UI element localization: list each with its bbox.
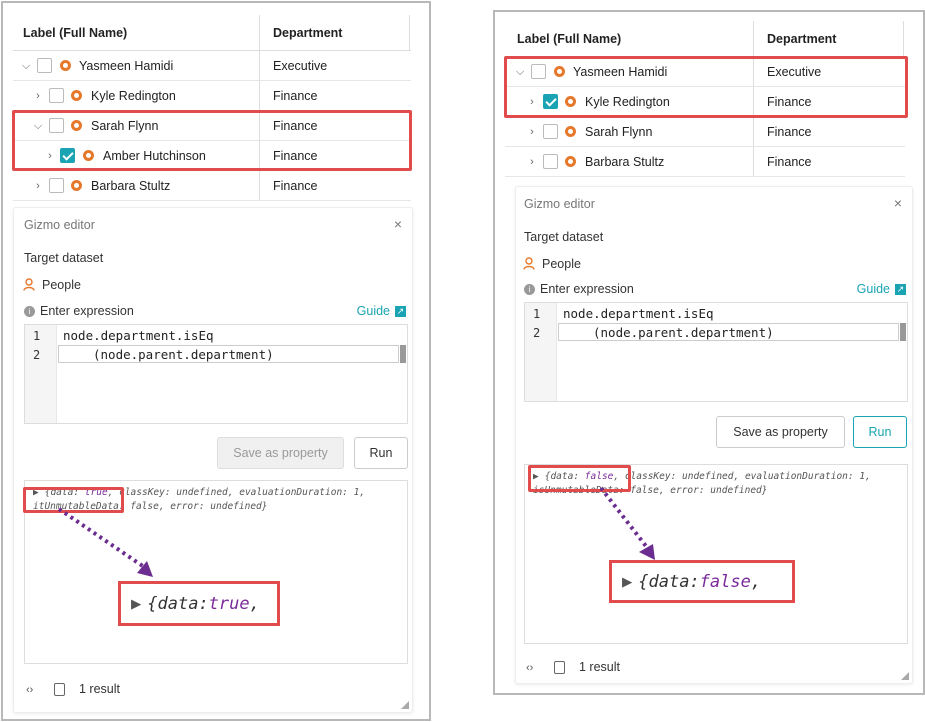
dataset-name[interactable]: People <box>542 257 581 271</box>
person-icon <box>523 257 535 270</box>
row-department: Executive <box>273 58 328 73</box>
row-checkbox[interactable] <box>543 154 558 169</box>
resize-handle-icon[interactable] <box>901 672 909 680</box>
dataset-name[interactable]: People <box>42 278 81 292</box>
row-name: Sarah Flynn <box>585 124 653 139</box>
row-department: Finance <box>273 88 318 103</box>
expression-label: Enter expression <box>40 304 134 318</box>
close-icon[interactable]: × <box>394 216 402 232</box>
row-checkbox[interactable] <box>37 58 52 73</box>
annotation-arrow-icon <box>57 507 153 577</box>
annotation-arrow-icon <box>599 486 655 560</box>
copy-icon[interactable] <box>554 661 565 674</box>
editor-title: Gizmo editor <box>524 197 595 211</box>
code-braces-icon[interactable]: ‹› <box>526 662 533 674</box>
node-circle-icon <box>565 126 576 137</box>
editor-title: Gizmo editor <box>24 218 95 232</box>
chevron-right-icon[interactable]: › <box>525 155 539 169</box>
external-link-icon: ↗ <box>395 305 406 317</box>
chevron-right-icon[interactable]: › <box>31 89 45 103</box>
rows-highlight-box <box>504 56 908 118</box>
zoomed-output-callout: ▶ {data: false, <box>609 560 795 603</box>
guide-label: Guide <box>856 282 890 296</box>
row-name: Yasmeen Hamidi <box>79 58 174 73</box>
code-line-1: node.department.isEq <box>563 306 714 321</box>
info-icon: i <box>24 306 35 317</box>
table-row[interactable]: › Sarah Flynn Finance <box>505 117 905 147</box>
run-button[interactable]: Run <box>853 416 907 448</box>
column-header-department[interactable]: Department <box>273 26 342 40</box>
guide-label: Guide <box>356 304 390 318</box>
rows-highlight-box <box>12 110 412 171</box>
external-link-icon: ↗ <box>895 283 906 295</box>
table-row[interactable]: › Kyle Redington Finance <box>13 81 411 111</box>
expand-triangle-icon: ▶ <box>131 593 142 614</box>
table-row[interactable]: › Barbara Stultz Finance <box>13 171 411 201</box>
chevron-down-icon[interactable]: ⌵ <box>19 59 33 73</box>
chevron-right-icon[interactable]: › <box>31 179 45 193</box>
code-line-2: (node.parent.department) <box>93 347 274 362</box>
chevron-right-icon[interactable]: › <box>525 125 539 139</box>
table-row[interactable]: ⌵ Yasmeen Hamidi Executive <box>13 51 411 81</box>
line-number: 1 <box>533 307 541 321</box>
line-number: 2 <box>33 348 41 362</box>
table-header: Label (Full Name) Department <box>505 21 905 57</box>
code-line-1: node.department.isEq <box>63 328 214 343</box>
guide-link[interactable]: Guide ↗ <box>857 282 906 296</box>
expand-triangle-icon: ▶ <box>622 571 633 592</box>
row-checkbox[interactable] <box>543 124 558 139</box>
row-department: Finance <box>273 178 318 193</box>
copy-icon[interactable] <box>54 683 65 696</box>
run-button[interactable]: Run <box>354 437 408 469</box>
expression-label: Enter expression <box>540 282 634 296</box>
node-circle-icon <box>71 180 82 191</box>
node-circle-icon <box>71 90 82 101</box>
row-name: Barbara Stultz <box>585 154 665 169</box>
node-circle-icon <box>60 60 71 71</box>
gizmo-editor: Gizmo editor × Target dataset People i E… <box>13 207 413 713</box>
code-line-2: (node.parent.department) <box>593 325 774 340</box>
close-icon[interactable]: × <box>894 195 902 211</box>
save-as-property-button[interactable]: Save as property <box>716 416 845 448</box>
guide-link[interactable]: Guide ↗ <box>357 304 406 318</box>
right-screenshot-panel: Label (Full Name) Department ⌵ Yasmeen H… <box>493 10 925 695</box>
target-dataset-label: Target dataset <box>524 230 604 244</box>
row-department: Finance <box>767 124 812 139</box>
result-count: 1 result <box>79 682 120 696</box>
column-header-label[interactable]: Label (Full Name) <box>517 32 621 46</box>
code-braces-icon[interactable]: ‹› <box>26 684 33 696</box>
resize-handle-icon[interactable] <box>401 701 409 709</box>
line-number: 1 <box>33 329 41 343</box>
column-header-label[interactable]: Label (Full Name) <box>23 26 127 40</box>
target-dataset-label: Target dataset <box>24 251 104 265</box>
table-row[interactable]: › Barbara Stultz Finance <box>505 147 905 177</box>
row-checkbox[interactable] <box>49 88 64 103</box>
expression-editor[interactable]: 1 2 node.department.isEq (node.parent.de… <box>24 324 408 424</box>
line-number: 2 <box>533 326 541 340</box>
gizmo-editor: Gizmo editor × Target dataset People i E… <box>515 186 913 684</box>
row-name: Barbara Stultz <box>91 178 171 193</box>
result-count: 1 result <box>579 660 620 674</box>
row-name: Kyle Redington <box>91 88 176 103</box>
node-circle-icon <box>565 156 576 167</box>
table-header: Label (Full Name) Department <box>13 15 411 51</box>
info-icon: i <box>524 284 535 295</box>
person-icon <box>23 278 35 291</box>
row-checkbox[interactable] <box>49 178 64 193</box>
expression-editor[interactable]: 1 2 node.department.isEq (node.parent.de… <box>524 302 908 402</box>
zoomed-output-callout: ▶ {data: true, <box>118 581 280 626</box>
save-as-property-button[interactable]: Save as property <box>217 437 344 469</box>
column-header-department[interactable]: Department <box>767 32 836 46</box>
left-screenshot-panel: Label (Full Name) Department ⌵ Yasmeen H… <box>1 1 431 721</box>
row-department: Finance <box>767 154 812 169</box>
